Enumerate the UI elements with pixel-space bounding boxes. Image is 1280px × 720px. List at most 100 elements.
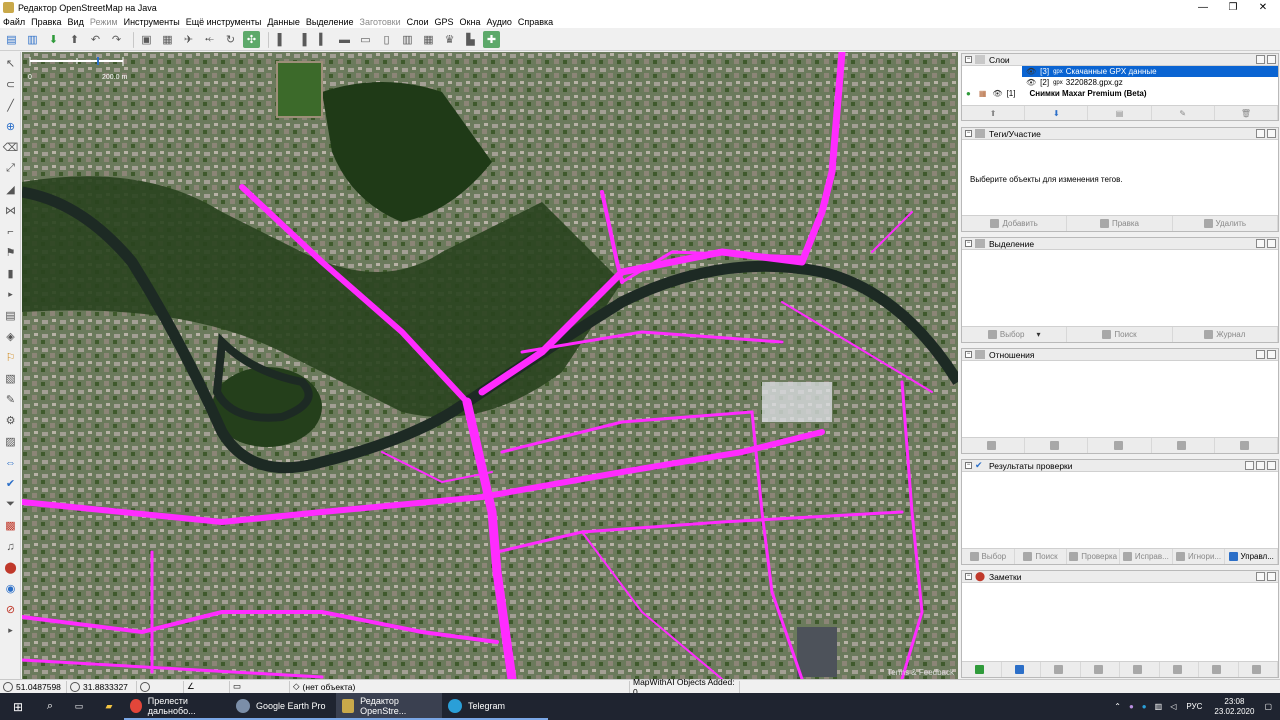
close-button[interactable]: ✕ [1246, 0, 1280, 15]
crown-icon[interactable]: ♛ [441, 31, 458, 48]
menu-item[interactable]: Режим [90, 17, 118, 27]
validator-icon[interactable]: ✔ [2, 475, 19, 492]
open-icon[interactable]: ▤ [3, 31, 20, 48]
notifications-icon[interactable]: ▢ [1264, 702, 1272, 711]
menu-item[interactable]: Вид [68, 17, 84, 27]
panel-close-icon[interactable] [1267, 129, 1276, 138]
draw-icon[interactable]: ╱ [2, 97, 19, 114]
visibility-eye-icon[interactable]: 👁 [1026, 67, 1036, 76]
taskbar-app-google-earth[interactable]: Google Earth Pro [230, 693, 336, 720]
panel-detach-icon[interactable] [1256, 129, 1265, 138]
menu-item[interactable]: Файл [3, 17, 25, 27]
validation-manage-button[interactable]: Управл... [1225, 549, 1279, 564]
select-icon[interactable]: ↖ [2, 55, 19, 72]
imagery-icon[interactable]: ⇔ [2, 454, 19, 471]
relation-select-button[interactable] [1215, 438, 1279, 453]
select-button[interactable]: Выбор ▾ [962, 327, 1068, 342]
chevron-down-icon[interactable]: ▾ [1036, 330, 1040, 339]
expand-arrow-icon[interactable]: ▸ [2, 622, 19, 639]
visibility-eye-icon[interactable]: 👁 [1026, 78, 1036, 87]
panel-collapse-icon[interactable]: − [965, 351, 972, 358]
copy-icon[interactable]: ▣ [138, 31, 155, 48]
changeset-icon[interactable]: ▩ [2, 517, 19, 534]
zoom-download-icon[interactable]: ✣ [243, 31, 260, 48]
panel-close-icon[interactable] [1267, 55, 1276, 64]
clock[interactable]: 23:08 23.02.2020 [1214, 697, 1254, 717]
reopen-note-button[interactable] [1120, 662, 1160, 677]
panel-close-icon[interactable] [1267, 461, 1276, 470]
filter-icon[interactable]: ⏷ [2, 496, 19, 513]
panel-detach-icon[interactable] [1256, 572, 1265, 581]
sort-notes-button[interactable] [1160, 662, 1199, 677]
note-info-button[interactable] [1199, 662, 1239, 677]
delete-layer-button[interactable]: 🗑 [1215, 106, 1279, 120]
chart-icon[interactable]: ▙ [462, 31, 479, 48]
align-center-icon[interactable]: ▐ [294, 31, 311, 48]
menu-item[interactable]: Окна [460, 17, 481, 27]
taskbar-app-telegram[interactable]: Telegram [442, 693, 548, 720]
improve-way-icon[interactable]: ⋈ [2, 202, 19, 219]
history-icon[interactable]: ⚙ [2, 412, 19, 429]
network-icon[interactable]: ▥ [1155, 702, 1163, 711]
visibility-eye-icon[interactable]: 👁 [992, 89, 1002, 98]
taskbar-app-josm[interactable]: Редактор OpenStre... [336, 693, 442, 720]
layer-row[interactable]: 👁 [2] gpx 3220828.gpx.gz [994, 77, 1278, 88]
tag-icon[interactable]: ◈ [2, 328, 19, 345]
audio-icon[interactable]: ♫ [2, 538, 19, 555]
panel-collapse-icon[interactable]: − [965, 462, 972, 469]
download-icon[interactable]: ⬇ [45, 31, 62, 48]
paste-icon[interactable]: ▦ [159, 31, 176, 48]
gpx-icon[interactable]: ⚑ [2, 244, 19, 261]
language-indicator[interactable]: РУС [1186, 702, 1202, 711]
panel-detach-icon[interactable] [1256, 461, 1265, 470]
chevron-up-icon[interactable]: ⌃ [1114, 702, 1121, 711]
extrude-icon[interactable]: ⤢ [2, 160, 19, 177]
comment-note-button[interactable] [1041, 662, 1081, 677]
menu-item[interactable]: Заготовки [360, 17, 401, 27]
layer-tools-button[interactable]: ✎ [1152, 106, 1215, 120]
merge-layer-button[interactable]: ▤ [1088, 106, 1152, 120]
move-down-button[interactable]: ⬇ [1025, 106, 1089, 120]
add-tag-button[interactable]: Добавить [962, 216, 1068, 231]
bus-icon[interactable]: ▭ [357, 31, 374, 48]
panel-collapse-icon[interactable]: − [965, 130, 972, 137]
edit-tag-button[interactable]: Правка [1067, 216, 1173, 231]
panel-close-icon[interactable] [1267, 239, 1276, 248]
relation-duplicate-button[interactable] [1088, 438, 1152, 453]
validation-select-button[interactable]: Выбор [962, 549, 1015, 564]
close-note-button[interactable] [1081, 662, 1120, 677]
layer-row[interactable]: 👁 [3] gpx Скачанные GPX данные [1022, 66, 1278, 77]
building-icon[interactable]: ▬ [336, 31, 353, 48]
menu-item[interactable]: Выделение [306, 17, 354, 27]
search-button[interactable]: Поиск [1067, 327, 1173, 342]
latitude-field[interactable]: 51.0487598 [0, 680, 67, 693]
task-view-icon[interactable]: ▭ [64, 693, 94, 720]
paint-icon[interactable]: ✎ [2, 391, 19, 408]
new-note-button[interactable] [1002, 662, 1041, 677]
menu-item[interactable]: Аудио [486, 17, 511, 27]
taskbar-app-chrome[interactable]: Прелести дальнобо... [124, 693, 230, 720]
longitude-field[interactable]: 31.8833327 [67, 680, 137, 693]
file-explorer-icon[interactable]: ▰ [94, 693, 124, 720]
parallel-icon[interactable]: ◢ [2, 181, 19, 198]
validation-check-button[interactable]: Проверка [1067, 549, 1121, 564]
relation-delete-button[interactable] [1152, 438, 1215, 453]
expand-arrow-icon[interactable]: ▸ [2, 286, 19, 303]
validation-ignore-button[interactable]: Игнори... [1173, 549, 1226, 564]
properties-icon[interactable]: ▧ [2, 370, 19, 387]
telegram-tray-icon[interactable]: ● [1142, 702, 1147, 711]
panel-collapse-icon[interactable]: − [965, 56, 972, 63]
rail-icon[interactable]: ▯ [378, 31, 395, 48]
volume-icon[interactable]: ◁ [1170, 702, 1176, 711]
layer-row[interactable]: ● ▦ 👁 [1] Снимки Maxar Premium (Beta) [962, 88, 1278, 99]
align-left-icon[interactable]: ▌ [273, 31, 290, 48]
menu-item[interactable]: Справка [518, 17, 553, 27]
move-up-button[interactable]: ⬆ [962, 106, 1026, 120]
relation-add-button[interactable] [962, 438, 1026, 453]
lasso-icon[interactable]: ⊂ [2, 76, 19, 93]
search-icon[interactable]: ⌕ [36, 693, 64, 720]
map-view[interactable]: 0 200.0 m Terms & Feedback [22, 52, 958, 679]
panel-settings-icon[interactable] [1245, 461, 1254, 470]
panel-close-icon[interactable] [1267, 350, 1276, 359]
join-icon[interactable]: ▦ [420, 31, 437, 48]
